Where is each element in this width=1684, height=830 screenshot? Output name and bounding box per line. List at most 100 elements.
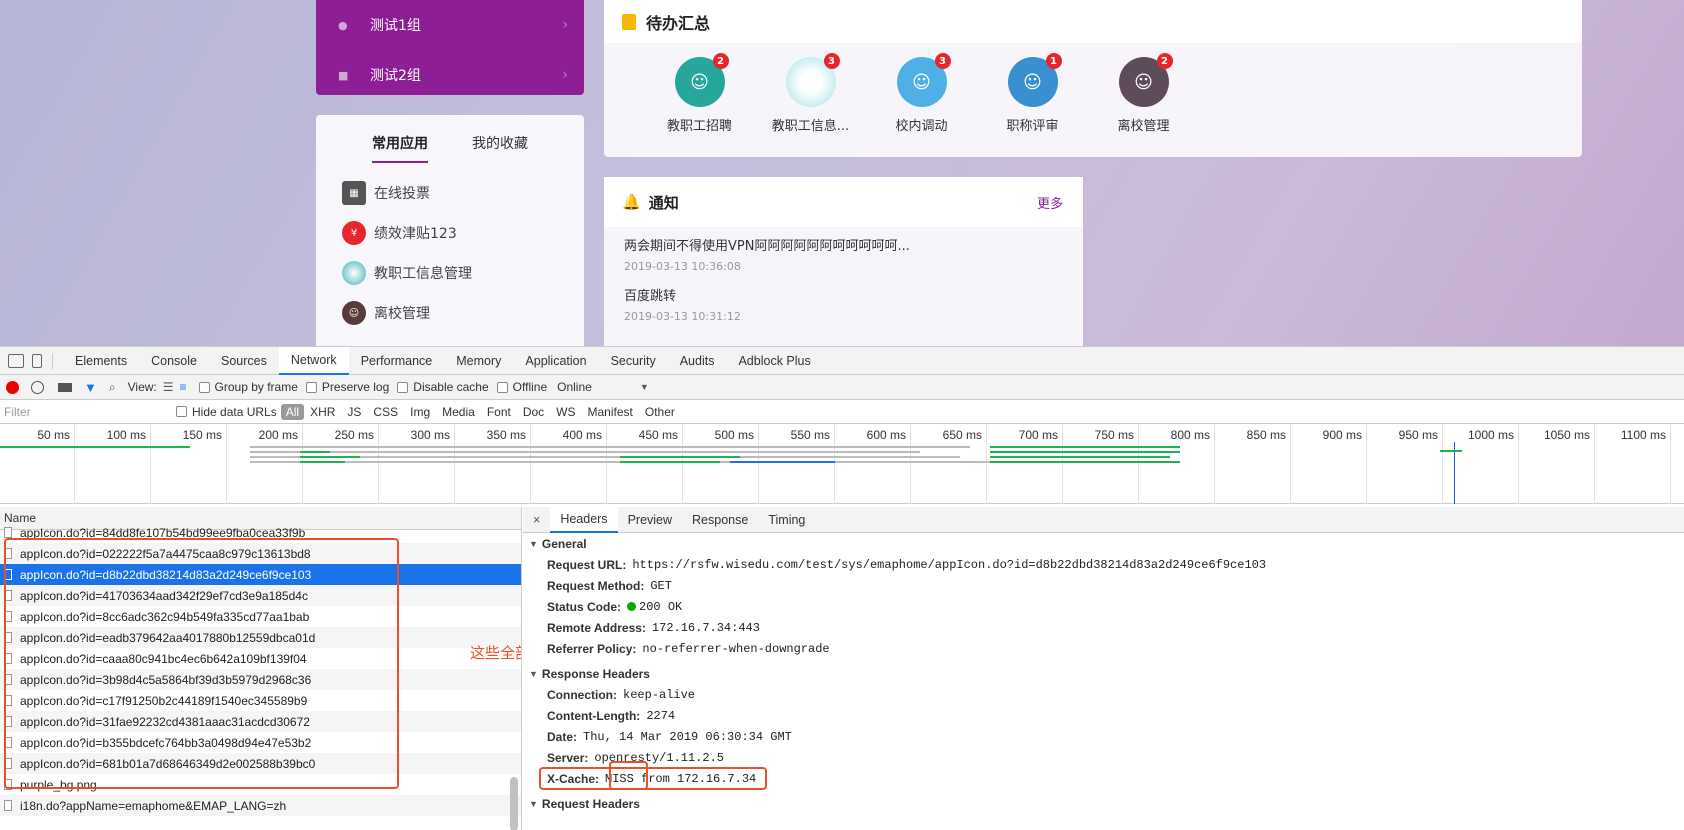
- todo-item[interactable]: ☺ 2 教职工招聘: [644, 53, 755, 134]
- timeline-bar: [300, 456, 360, 458]
- notice-item[interactable]: 百度跳转 2019-03-13 10:31:12: [624, 285, 1063, 323]
- header-key: Server:: [547, 750, 589, 765]
- filter-type[interactable]: Doc: [517, 405, 550, 419]
- throttle-select[interactable]: Online: [557, 380, 592, 394]
- header-key: Date:: [547, 729, 578, 744]
- tab-network[interactable]: Network: [278, 346, 349, 375]
- response-headers-header[interactable]: ▼ Response Headers: [529, 663, 1684, 684]
- todo-item[interactable]: 3 教职工信息...: [755, 53, 866, 134]
- request-headers-section: ▼ Request Headers: [523, 793, 1684, 814]
- filter-type[interactable]: Other: [639, 405, 681, 419]
- tab-console[interactable]: Console: [139, 347, 209, 375]
- filter-input[interactable]: Filter: [0, 405, 166, 419]
- more-link[interactable]: 更多: [1037, 193, 1063, 212]
- tab-performance[interactable]: Performance: [349, 347, 445, 375]
- header-value: 172.16.7.34:443: [651, 620, 760, 635]
- filter-type[interactable]: Manifest: [582, 405, 639, 419]
- disable-cache-checkbox[interactable]: [397, 381, 409, 393]
- grid-line: [758, 424, 759, 504]
- group-by-frame-checkbox[interactable]: [198, 381, 210, 393]
- timeline-bar: [990, 456, 1170, 458]
- filter-type[interactable]: XHR: [304, 405, 341, 419]
- filter-type[interactable]: WS: [550, 405, 581, 419]
- preserve-log-checkbox[interactable]: [305, 381, 317, 393]
- globe-icon: [342, 261, 366, 285]
- general-header[interactable]: ▼ General: [529, 533, 1684, 554]
- tab-common-apps[interactable]: 常用应用: [372, 133, 428, 163]
- app-item[interactable]: ¥ 绩效津贴123: [342, 213, 584, 253]
- tab-timing[interactable]: Timing: [758, 507, 815, 533]
- camera-icon[interactable]: [58, 382, 72, 392]
- group-panel: ● 测试1组 › ■ 测试2组 ›: [316, 0, 584, 95]
- tab-memory[interactable]: Memory: [444, 347, 513, 375]
- timeline-tick: 150 ms: [182, 428, 222, 442]
- todo-item[interactable]: ☺ 1 职称评审: [977, 53, 1088, 134]
- section-title: Response Headers: [541, 666, 650, 681]
- money-icon: ¥: [342, 221, 366, 245]
- waterfall-view-icon[interactable]: ≡: [180, 380, 187, 394]
- close-icon[interactable]: ×: [523, 513, 550, 527]
- tab-audits[interactable]: Audits: [668, 347, 727, 375]
- offline-checkbox[interactable]: [496, 381, 508, 393]
- app-label: 在线投票: [374, 186, 430, 202]
- clear-icon[interactable]: [31, 380, 44, 394]
- timeline-bar: [1440, 450, 1462, 452]
- timeline-tick: 1050 ms: [1543, 428, 1590, 442]
- notice-item[interactable]: 两会期间不得使用VPN阿阿阿阿阿阿呵呵呵呵呵... 2019-03-13 10:3…: [624, 235, 1063, 273]
- tab-headers[interactable]: Headers: [550, 507, 618, 533]
- app-item[interactable]: ▦ 在线投票: [342, 173, 584, 213]
- tab-elements[interactable]: Elements: [63, 347, 139, 375]
- filter-icon[interactable]: ▼: [84, 380, 97, 395]
- filter-type-all[interactable]: All: [280, 403, 305, 420]
- todo-item[interactable]: ☺ 3 校内调动: [866, 53, 977, 134]
- request-list: Name appIcon.do?id=84dd8fe107b54bd99ee9f…: [0, 507, 522, 830]
- search-icon[interactable]: ⌕: [109, 380, 116, 395]
- filter-type[interactable]: Img: [404, 405, 436, 419]
- file-icon: [4, 527, 12, 538]
- grid-line: [834, 424, 835, 504]
- timeline-tick: 400 ms: [562, 428, 602, 442]
- scrollbar[interactable]: [510, 777, 518, 830]
- preserve-log-label: Preserve log: [321, 380, 390, 394]
- group-item-2[interactable]: ■ 测试2组 ›: [316, 50, 584, 100]
- triangle-down-icon: ▼: [529, 798, 538, 809]
- hide-data-urls-checkbox[interactable]: [176, 406, 187, 417]
- filter-type[interactable]: JS: [341, 405, 367, 419]
- tab-security[interactable]: Security: [599, 347, 668, 375]
- tab-preview[interactable]: Preview: [618, 507, 682, 533]
- triangle-down-icon: ▼: [529, 668, 538, 679]
- filter-type[interactable]: CSS: [367, 405, 404, 419]
- request-row[interactable]: i18n.do?appName=emaphome&EMAP_LANG=zh: [0, 795, 521, 816]
- tab-favorites[interactable]: 我的收藏: [472, 133, 528, 163]
- general-section: ▼ General Request URL: https://rsfw.wisedu…: [523, 533, 1684, 659]
- header-row: Remote Address: 172.16.7.34:443: [529, 617, 1684, 638]
- filter-type[interactable]: Media: [436, 405, 481, 419]
- network-overview[interactable]: 50 ms 100 ms 150 ms 200 ms 250 ms 300 ms 350 m…: [0, 424, 1684, 504]
- tab-response[interactable]: Response: [682, 507, 758, 533]
- tab-application[interactable]: Application: [513, 347, 598, 375]
- count-badge: 3: [934, 53, 951, 69]
- header-row: Server: openresty/1.11.2.5: [529, 747, 1684, 768]
- chevron-down-icon[interactable]: ▼: [640, 382, 649, 392]
- request-headers-header[interactable]: ▼ Request Headers: [529, 793, 1684, 814]
- list-view-icon[interactable]: ☰: [163, 380, 174, 394]
- timeline-tick: 450 ms: [638, 428, 678, 442]
- header-value: Thu, 14 Mar 2019 06:30:34 GMT: [583, 729, 792, 744]
- device-toggle-icon[interactable]: [32, 353, 42, 368]
- timeline-bar: [620, 461, 720, 463]
- timeline-tick: 350 ms: [486, 428, 526, 442]
- app-item[interactable]: ☺ 离校管理: [342, 293, 584, 333]
- tab-adblock[interactable]: Adblock Plus: [726, 347, 822, 375]
- record-icon[interactable]: [6, 380, 19, 394]
- filter-type[interactable]: Font: [481, 405, 517, 419]
- group-item-1[interactable]: ● 测试1组 ›: [316, 0, 584, 50]
- todo-item[interactable]: ☺ 2 离校管理: [1088, 53, 1199, 134]
- header-row: Status Code: 200 OK: [529, 596, 1684, 617]
- grid-line: [1214, 424, 1215, 504]
- header-value: no-referrer-when-downgrade: [642, 641, 830, 656]
- grid-line: [1062, 424, 1063, 504]
- inspect-icon[interactable]: [8, 353, 24, 368]
- app-item[interactable]: 教职工信息管理: [342, 253, 584, 293]
- tab-sources[interactable]: Sources: [209, 347, 279, 375]
- filter-bar: Filter Hide data URLs All XHR JS CSS Img…: [0, 400, 1684, 424]
